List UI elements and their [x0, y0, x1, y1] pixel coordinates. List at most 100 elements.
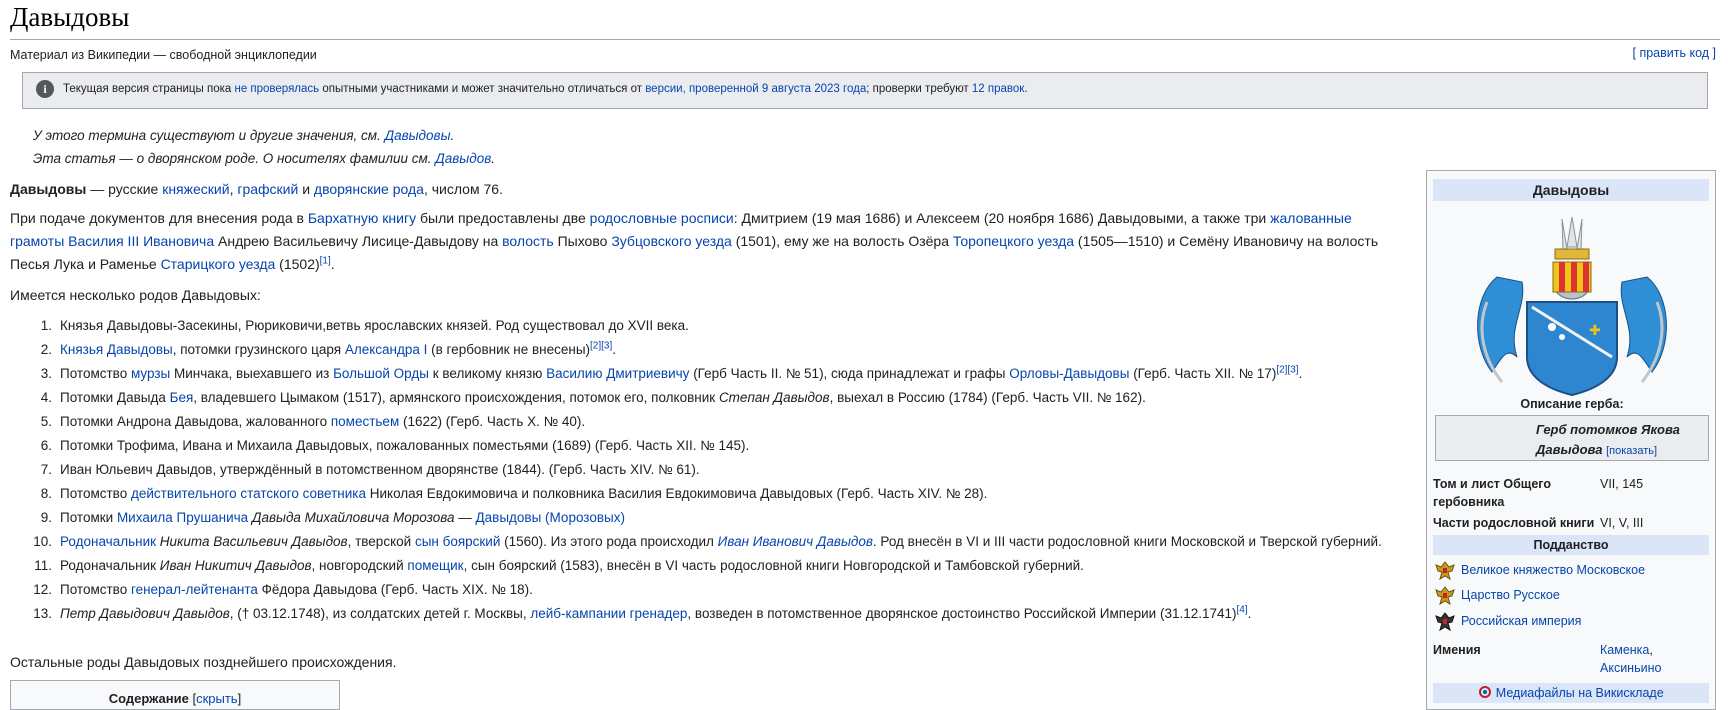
list-item-number: 13.: [33, 606, 52, 621]
link-velvet-book[interactable]: Бархатную книгу: [308, 210, 416, 226]
link-zubtsov[interactable]: Зубцовского уезда: [611, 233, 732, 249]
svg-text:✚: ✚: [1589, 323, 1601, 339]
commons-media-band[interactable]: Медиафайлы на Викискладе: [1433, 683, 1709, 703]
list-item: 5. Потомки Андрона Давыдова, жалованного …: [10, 410, 1390, 434]
closing-paragraph: Остальные роды Давыдовых позднейшего про…: [10, 654, 397, 670]
info-icon: i: [36, 80, 54, 98]
notice-text: Текущая версия страницы пока не проверял…: [63, 83, 1028, 95]
article-link[interactable]: Василию Дмитриевичу: [546, 366, 689, 381]
list-item-text: Потомство мурзы Минчака, выехавшего из Б…: [60, 364, 1303, 381]
estate-link[interactable]: Каменка: [1600, 643, 1649, 657]
list-item-text: Иван Юльевич Давыдов, утверждённый в пот…: [60, 462, 700, 477]
list-item-number: 6.: [40, 438, 52, 453]
coat-description-box: Герб потомков Якова Давыдова [показать]: [1435, 415, 1709, 461]
article-link[interactable]: Михаила Прушанича: [117, 510, 248, 525]
link-princely[interactable]: княжеский: [162, 181, 229, 197]
list-item: 10. Родоначальник Никита Васильевич Давыд…: [10, 530, 1390, 554]
estate-link[interactable]: Аксиньино: [1600, 661, 1661, 675]
list-item-number: 2.: [40, 342, 52, 357]
realm-tsardom[interactable]: Царство Русское: [1433, 584, 1713, 608]
article-link[interactable]: помещик: [407, 558, 463, 573]
coat-show-toggle[interactable]: [показать]: [1606, 445, 1657, 457]
site-tagline: Материал из Википедии — свободной энцикл…: [10, 48, 317, 62]
list-item-text: Петр Давыдович Давыдов, († 03.12.1748), …: [60, 604, 1252, 621]
review-notice: i Текущая версия страницы пока не провер…: [22, 72, 1708, 109]
link-genealogy[interactable]: родословные росписи: [590, 210, 734, 226]
article-link[interactable]: Орловы-Давыдовы: [1009, 366, 1129, 381]
list-item-text: Потомки Михаила Прушанича Давыда Михайло…: [60, 510, 625, 525]
hatnote-surname: Эта статья — о дворянском роде. О носите…: [33, 151, 496, 166]
link-vasily-iii[interactable]: Василия III Ивановича: [68, 233, 214, 249]
coat-of-arms-image[interactable]: ✚: [1467, 207, 1677, 397]
list-item-text: Потомки Андрона Давыдова, жалованного по…: [60, 414, 586, 429]
intro-paragraph: Давыдовы — русские княжеский, графский и…: [10, 181, 503, 197]
list-item-text: Родоначальник Никита Васильевич Давыдов,…: [60, 534, 1382, 549]
list-item: 2. Князья Давыдовы, потомки грузинского ц…: [10, 338, 1390, 362]
article-link[interactable]: сын боярский: [415, 534, 500, 549]
list-item-text: Потомки Трофима, Ивана и Михаила Давыдов…: [60, 438, 750, 453]
footnote-link[interactable]: [4]: [1237, 605, 1248, 616]
double-eagle-icon: [1435, 561, 1455, 581]
list-item-number: 10.: [33, 534, 52, 549]
coat-description-label: Описание герба:: [1520, 397, 1624, 411]
unreviewed-link[interactable]: не проверялась: [234, 83, 319, 95]
article-link[interactable]: лейб-кампании гренадер: [530, 606, 687, 621]
list-item: 13. Петр Давыдович Давыдов, († 03.12.1748…: [10, 602, 1390, 626]
article-link[interactable]: Александра I: [345, 342, 428, 357]
link-toropets[interactable]: Торопецкого уезда: [953, 233, 1074, 249]
list-item: 11. Родоначальник Иван Никитич Давыдов, н…: [10, 554, 1390, 578]
list-item-number: 1.: [40, 318, 52, 333]
list-item-number: 5.: [40, 414, 52, 429]
article-page: Давыдовы Материал из Википедии — свободн…: [0, 0, 1728, 710]
commons-media-link[interactable]: Медиафайлы на Викискладе: [1496, 686, 1664, 700]
disambiguation-link[interactable]: Давыдовы: [385, 128, 451, 143]
article-link[interactable]: Бея: [170, 390, 194, 405]
page-title: Давыдовы: [10, 2, 130, 32]
article-link[interactable]: поместьем: [331, 414, 399, 429]
link-noble-families[interactable]: дворянские рода: [314, 181, 424, 197]
reviewed-version-link[interactable]: версии, проверенной 9 августа 2023 года: [645, 83, 866, 95]
list-item-number: 8.: [40, 486, 52, 501]
article-link[interactable]: Иван Иванович Давыдов: [718, 534, 873, 549]
list-item-number: 9.: [40, 510, 52, 525]
hatnote-disambiguation: У этого термина существуют и другие знач…: [33, 128, 455, 143]
toc-toggle-link[interactable]: скрыть: [196, 691, 238, 706]
history-paragraph: При подаче документов для внесения рода …: [10, 210, 1379, 272]
double-eagle-icon: [1435, 586, 1455, 606]
realm-empire[interactable]: Российская империя: [1433, 610, 1713, 634]
footnote-link[interactable]: [2][3]: [590, 341, 612, 352]
footnote-link[interactable]: [2][3]: [1276, 365, 1298, 376]
realm-moscow[interactable]: Великое княжество Московское: [1433, 559, 1713, 583]
article-link[interactable]: Большой Орды: [333, 366, 429, 381]
footnote-link[interactable]: [1]: [320, 255, 331, 266]
list-item: 3. Потомство мурзы Минчака, выехавшего из…: [10, 362, 1390, 386]
edit-source-link[interactable]: [ править код ]: [1633, 46, 1716, 60]
link-count[interactable]: графский: [237, 181, 298, 197]
link-staritsa[interactable]: Старицкого уезда: [161, 256, 276, 272]
infobox-subjects-header: Подданство: [1433, 535, 1709, 555]
double-eagle-icon: [1435, 612, 1455, 632]
article-link[interactable]: Давыдовы (Морозовых): [476, 510, 625, 525]
list-item-text: Потомство генерал-лейтенанта Фёдора Давы…: [60, 582, 533, 597]
article-link[interactable]: Родоначальник: [60, 534, 156, 549]
article-link[interactable]: Князья Давыдовы: [60, 342, 173, 357]
list-item: 9. Потомки Михаила Прушанича Давыда Михай…: [10, 506, 1390, 530]
title-divider: [10, 39, 1720, 40]
pending-edits-link[interactable]: 12 правок: [972, 83, 1024, 95]
italic-name: Степан Давыдов: [718, 390, 830, 405]
list-item-number: 11.: [34, 558, 52, 573]
families-list: 1. Князья Давыдовы-Засекины, Рюриковичи,в…: [10, 314, 1390, 626]
article-link[interactable]: генерал-лейтенанта: [131, 582, 258, 597]
article-link[interactable]: действительного статского советника: [131, 486, 366, 501]
commons-icon: [1479, 686, 1492, 698]
infobox: Давыдовы ✚ Описание герба: Герб потомков…: [1426, 170, 1716, 710]
list-item-number: 4.: [40, 390, 52, 405]
article-link[interactable]: мурзы: [131, 366, 170, 381]
families-intro: Имеется несколько родов Давыдовых:: [10, 287, 261, 303]
italic-name: Давыда Михайловича Морозова: [251, 510, 455, 525]
list-item-text: Потомство действительного статского сове…: [60, 486, 988, 501]
toc-title: Содержание: [108, 691, 189, 706]
italic-name: Никита Васильевич Давыдов: [159, 534, 348, 549]
surname-link[interactable]: Давыдов: [435, 151, 491, 166]
link-volost[interactable]: волость: [502, 233, 554, 249]
